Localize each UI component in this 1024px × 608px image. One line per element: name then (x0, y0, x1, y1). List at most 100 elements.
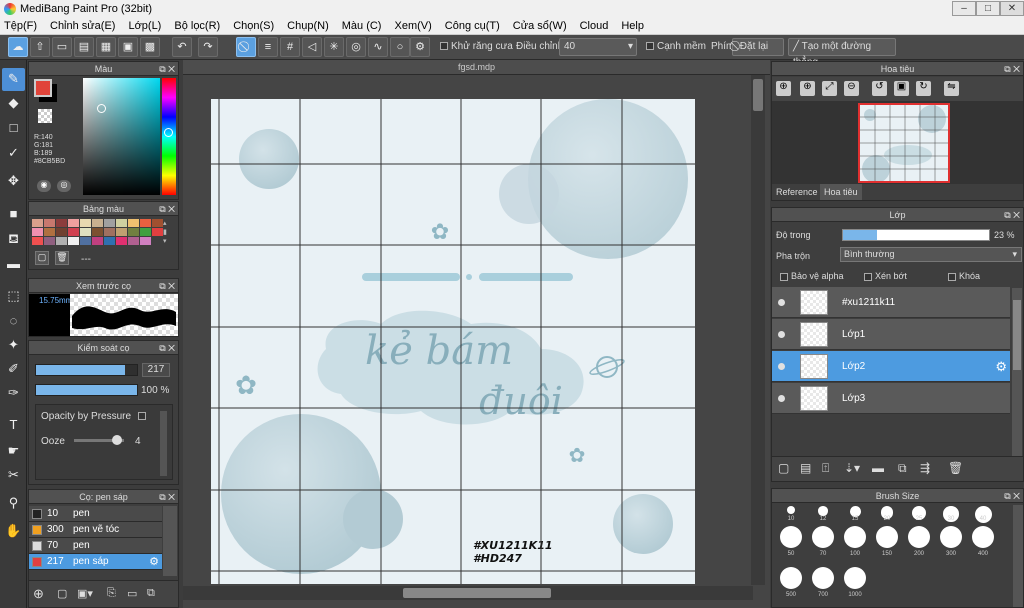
divide-tool-icon[interactable]: ✂ (2, 464, 25, 487)
horizontal-scrollbar[interactable] (183, 586, 753, 600)
eye-icon[interactable] (778, 363, 785, 370)
eye-icon[interactable] (778, 395, 785, 402)
move-tool-icon[interactable]: ✥ (2, 170, 25, 193)
antialias-toggle[interactable]: Khử răng cưa (440, 41, 513, 52)
rotate-right-icon[interactable]: ↻ (916, 81, 931, 96)
delete-layer-icon[interactable]: 🗑 (948, 461, 963, 475)
palette-swatch[interactable] (68, 219, 79, 227)
primary-color-swatch[interactable] (34, 79, 52, 97)
navigator-preview-area[interactable] (772, 101, 1023, 184)
palette-swatch[interactable] (104, 219, 115, 227)
brush-size-slider[interactable] (35, 364, 138, 376)
brush-opacity-value[interactable]: 100 (141, 385, 158, 396)
operation-tool-icon[interactable]: ☛ (2, 440, 25, 463)
brush-size-value[interactable]: 217 (142, 363, 170, 377)
layer-row[interactable]: Lớp1 (772, 319, 1010, 350)
brush-size-dot[interactable] (818, 506, 828, 516)
brush-size-dot[interactable] (940, 526, 962, 548)
zoom-plus-icon[interactable]: ⊕ (800, 81, 815, 96)
brush-list-scrollbar[interactable] (163, 506, 177, 576)
lock-toggle[interactable]: Khóa (948, 271, 980, 281)
layer-opacity-value[interactable]: 23 (994, 230, 1004, 240)
palette-swatch[interactable] (68, 237, 79, 245)
magic-wand-tool-icon[interactable]: ✦ (2, 334, 25, 357)
palette-swatch[interactable] (44, 228, 55, 236)
transparent-swatch[interactable] (38, 109, 52, 123)
menu-layer[interactable]: Lớp(L) (128, 20, 161, 32)
folder-icon[interactable]: ▬ (872, 461, 884, 475)
merge-layer-icon[interactable]: ⇶ (920, 461, 930, 475)
panel-expand-close-icon[interactable]: ⧉ ✕ (1004, 208, 1020, 222)
curve-snap-icon[interactable]: ∿ (368, 37, 388, 57)
tab-reference[interactable]: Reference (772, 184, 822, 200)
layer-row[interactable]: Lớp2 ⚙ (772, 351, 1010, 382)
layer-row[interactable]: #xu1211k11 (772, 287, 1010, 318)
brush-size-dot[interactable] (844, 526, 866, 548)
add-layer-menu-icon[interactable]: ⇣▾ (844, 461, 860, 475)
brush-folder-icon[interactable]: ▭ (127, 587, 137, 600)
menu-snap[interactable]: Chụp(N) (287, 20, 329, 32)
antialias-checkbox[interactable] (440, 42, 448, 51)
palette-swatch[interactable] (68, 228, 79, 236)
brush-size-dot[interactable] (972, 526, 994, 548)
hue-handle[interactable] (164, 128, 173, 137)
grid-page-icon[interactable]: ▩ (140, 37, 160, 57)
tab-navigator[interactable]: Hoa tiêu (820, 184, 862, 200)
menu-window[interactable]: Cửa sổ(W) (513, 20, 567, 32)
brush-size-dot[interactable] (844, 567, 866, 589)
palette-swatch[interactable] (56, 219, 67, 227)
panel-expand-close-icon[interactable]: ⧉ ✕ (1004, 489, 1020, 503)
palette-scroll-icon[interactable]: ▴ ▮ ▾ (163, 219, 167, 246)
copy-brush-icon[interactable]: ⎘ (107, 587, 116, 600)
parallel-snap-icon[interactable]: ≡ (258, 37, 278, 57)
rotate-left-icon[interactable]: ↺ (872, 81, 887, 96)
palette-swatch[interactable] (32, 237, 43, 245)
document-tab[interactable]: fgsd.mdp (183, 60, 770, 75)
new-8bit-layer-icon[interactable]: ⍐ (822, 461, 829, 476)
panel-expand-close-icon[interactable]: ⧉ ✕ (159, 341, 175, 355)
layer-settings-gear-icon[interactable]: ⚙ (995, 359, 1007, 375)
bucket-tool-icon[interactable]: ⛾ (2, 228, 25, 251)
brush-control-scrollbar[interactable] (160, 411, 167, 476)
brush-list-item[interactable]: 10 pen (29, 506, 162, 522)
menu-help[interactable]: Help (621, 20, 644, 32)
brush-size-dot[interactable] (787, 506, 795, 514)
palette-swatch[interactable] (56, 228, 67, 236)
lasso-tool-icon[interactable]: ◌ (2, 310, 25, 333)
gradient-tool-icon[interactable]: ▬ (2, 253, 25, 276)
palette-swatch[interactable] (140, 228, 151, 236)
delete-palette-icon[interactable]: 🗑 (55, 251, 69, 265)
menu-tools[interactable]: Công cụ(T) (445, 20, 500, 32)
protect-alpha-toggle[interactable]: Bảo vệ alpha (780, 271, 844, 281)
palette-swatch[interactable] (140, 219, 151, 227)
eye-icon[interactable] (778, 299, 785, 306)
palette-swatch[interactable] (32, 219, 43, 227)
brush-opacity-slider[interactable] (35, 384, 138, 396)
menu-color[interactable]: Màu (C) (342, 20, 382, 32)
color-sv-field[interactable] (83, 78, 160, 195)
brush-size-dot[interactable] (812, 526, 834, 548)
perspective-snap-icon[interactable]: ◁ (302, 37, 322, 57)
clipping-checkbox[interactable] (864, 272, 872, 281)
palette-swatch[interactable] (92, 228, 103, 236)
panel-icon[interactable]: ▣ (118, 37, 138, 57)
brush-size-scrollbar[interactable] (1013, 505, 1023, 607)
flip-icon[interactable]: ⇋ (944, 81, 959, 96)
palette-swatch[interactable] (92, 219, 103, 227)
palette-swatch[interactable] (140, 237, 151, 245)
eye-icon[interactable] (778, 331, 785, 338)
menu-cloud[interactable]: Cloud (580, 20, 609, 32)
protect-alpha-checkbox[interactable] (780, 272, 788, 281)
sv-picker-handle[interactable] (97, 104, 106, 113)
correction-select[interactable]: 40 ▾ (559, 38, 637, 56)
zoom-out-icon[interactable]: ⊖ (844, 81, 859, 96)
vertical-scrollbar[interactable] (751, 75, 765, 585)
brush-size-dot[interactable] (780, 567, 802, 589)
palette-swatch[interactable] (56, 237, 67, 245)
duplicate-brush-icon[interactable]: ⧉ (147, 587, 155, 600)
brush-size-dot[interactable] (908, 526, 930, 548)
blend-mode-select[interactable]: Bình thường ▾ (840, 247, 1022, 262)
rectangle-tool-icon[interactable]: □ (2, 117, 25, 140)
brush-list-item[interactable]: 300 pen vẽ tóc (29, 522, 162, 538)
clipping-toggle[interactable]: Xén bớt (864, 271, 907, 281)
